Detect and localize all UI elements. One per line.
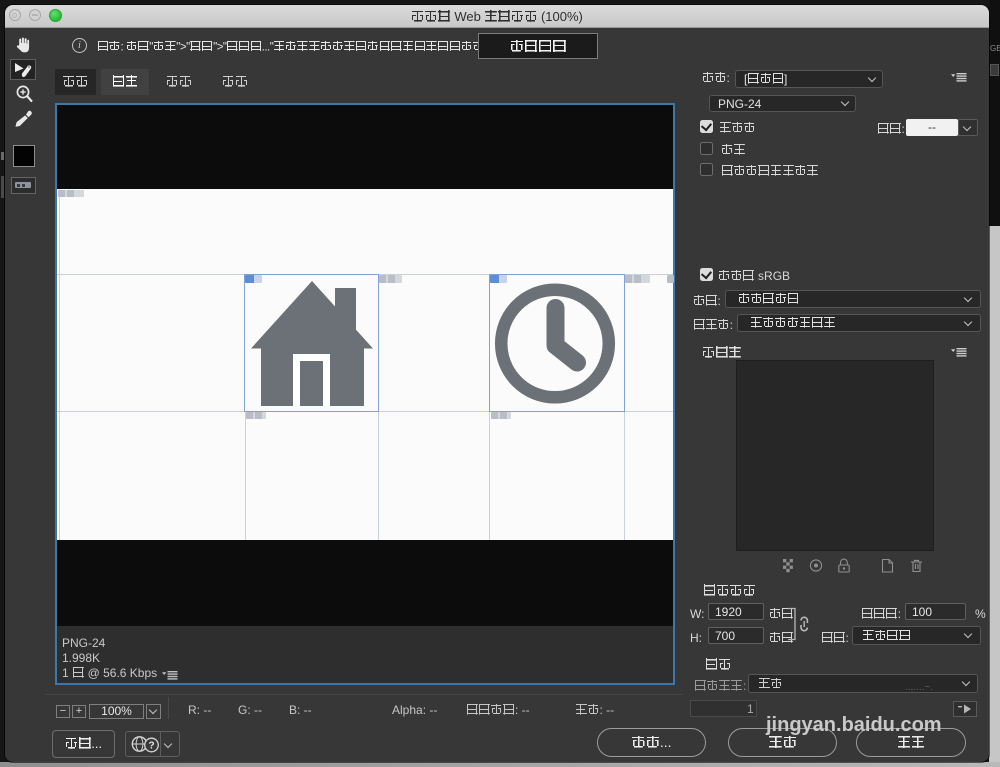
svg-text:?: ? (148, 740, 154, 751)
